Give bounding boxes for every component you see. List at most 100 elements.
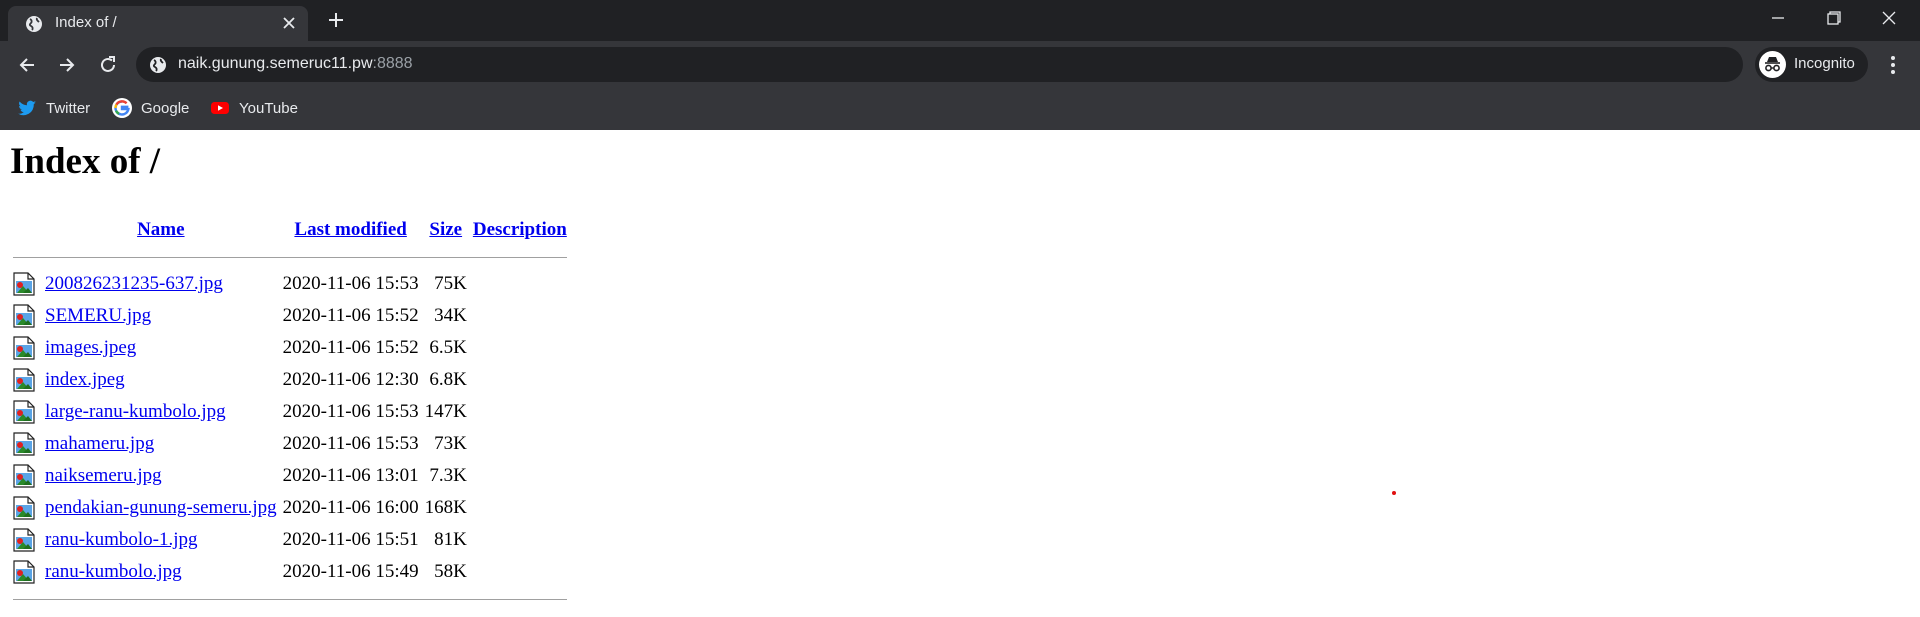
tab-active[interactable]: Index of /: [8, 6, 308, 41]
file-description-cell: [470, 492, 570, 524]
image-file-icon: [13, 400, 39, 424]
toolbar: naik.gunung.semeruc11.pw:8888 Incognito: [0, 41, 1920, 88]
incognito-label: Incognito: [1794, 55, 1855, 72]
table-row: pendakian-gunung-semeru.jpg 2020-11-06 16…: [10, 492, 570, 524]
youtube-icon: [211, 102, 229, 114]
sort-by-description-link[interactable]: Description: [473, 219, 567, 240]
file-link[interactable]: ranu-kumbolo.jpg: [45, 561, 182, 582]
file-description-cell: [470, 524, 570, 556]
directory-listing: Name Last modified Size Description 2008…: [10, 214, 570, 610]
page-title: Index of /: [10, 141, 161, 182]
reload-icon[interactable]: [97, 54, 119, 76]
file-name-cell: ranu-kumbolo-1.jpg: [42, 524, 280, 556]
sort-by-modified-link[interactable]: Last modified: [294, 219, 406, 240]
close-icon[interactable]: [281, 15, 297, 31]
file-modified-cell: 2020-11-06 15:53: [282, 401, 419, 422]
file-size-cell: 75K: [434, 273, 467, 294]
tab-strip: Index of /: [0, 0, 1920, 41]
file-modified-cell: 2020-11-06 12:30: [282, 369, 419, 390]
image-file-icon: [13, 464, 39, 488]
image-file-icon: [13, 560, 39, 584]
file-name-cell: mahameru.jpg: [42, 428, 280, 460]
file-description-cell: [470, 300, 570, 332]
file-modified-cell: 2020-11-06 15:51: [282, 529, 419, 550]
sort-by-name-link[interactable]: Name: [137, 219, 184, 240]
file-name-cell: ranu-kumbolo.jpg: [42, 556, 280, 588]
file-size-cell: 7.3K: [429, 465, 467, 486]
tab-title: Index of /: [55, 14, 117, 31]
file-icon-cell: [10, 460, 42, 492]
file-description-cell: [470, 460, 570, 492]
file-modified-cell: 2020-11-06 16:00: [282, 497, 419, 518]
file-name-cell: pendakian-gunung-semeru.jpg: [42, 492, 280, 524]
file-modified-cell: 2020-11-06 15:53: [282, 433, 419, 454]
file-link[interactable]: large-ranu-kumbolo.jpg: [45, 401, 226, 422]
file-description-cell: [470, 268, 570, 300]
bookmark-twitter[interactable]: Twitter: [17, 96, 90, 120]
file-name-cell: images.jpeg: [42, 332, 280, 364]
file-name-cell: naiksemeru.jpg: [42, 460, 280, 492]
sort-by-size-link[interactable]: Size: [429, 219, 462, 240]
table-row: 200826231235-637.jpg 2020-11-06 15:53 75K: [10, 268, 570, 300]
browser-chrome: Index of / naik.gunung.semeruc11.pw:8888…: [0, 0, 1920, 131]
divider: [13, 256, 567, 258]
file-link[interactable]: images.jpeg: [45, 337, 136, 358]
file-name-cell: SEMERU.jpg: [42, 300, 280, 332]
bookmark-google[interactable]: Google: [112, 96, 189, 120]
bookmark-label: Google: [141, 99, 190, 117]
incognito-badge[interactable]: Incognito: [1755, 47, 1868, 82]
file-list: 200826231235-637.jpg 2020-11-06 15:53 75K S…: [10, 268, 570, 588]
file-link[interactable]: naiksemeru.jpg: [45, 465, 162, 486]
bookmarks-bar: Twitter Google YouTube: [0, 88, 1920, 131]
globe-icon: [26, 16, 42, 32]
file-link[interactable]: 200826231235-637.jpg: [45, 273, 223, 294]
back-icon[interactable]: [16, 54, 38, 76]
window-close-icon[interactable]: [1880, 9, 1898, 27]
site-info-icon[interactable]: [149, 56, 167, 74]
file-icon-cell: [10, 492, 42, 524]
header-name: Name: [42, 214, 280, 246]
separator-row: [10, 588, 570, 610]
file-size-cell: 58K: [434, 561, 467, 582]
address-bar[interactable]: naik.gunung.semeruc11.pw:8888: [136, 47, 1743, 82]
divider: [13, 598, 567, 600]
table-row: SEMERU.jpg 2020-11-06 15:52 34K: [10, 300, 570, 332]
forward-icon[interactable]: [56, 54, 78, 76]
file-icon-cell: [10, 524, 42, 556]
file-modified-cell: 2020-11-06 15:53: [282, 273, 419, 294]
file-link[interactable]: index.jpeg: [45, 369, 125, 390]
more-menu-icon[interactable]: [1883, 53, 1903, 77]
file-link[interactable]: ranu-kumbolo-1.jpg: [45, 529, 198, 550]
table-row: index.jpeg 2020-11-06 12:30 6.8K: [10, 364, 570, 396]
header-last-modified: Last modified: [280, 214, 422, 246]
new-tab-icon[interactable]: [327, 11, 345, 29]
image-file-icon: [13, 496, 39, 520]
file-link[interactable]: pendakian-gunung-semeru.jpg: [45, 497, 277, 518]
file-link[interactable]: mahameru.jpg: [45, 433, 154, 454]
image-file-icon: [13, 336, 39, 360]
url-port: :8888: [372, 55, 413, 72]
url-text[interactable]: naik.gunung.semeruc11.pw:8888: [178, 55, 413, 73]
separator-row: [10, 246, 570, 268]
table-row: ranu-kumbolo-1.jpg 2020-11-06 15:51 81K: [10, 524, 570, 556]
table-row: images.jpeg 2020-11-06 15:52 6.5K: [10, 332, 570, 364]
table-header-row: Name Last modified Size Description: [10, 214, 570, 246]
bookmark-youtube[interactable]: YouTube: [210, 96, 298, 120]
image-file-icon: [13, 528, 39, 552]
file-size-cell: 81K: [434, 529, 467, 550]
file-size-cell: 6.8K: [429, 369, 467, 390]
file-modified-cell: 2020-11-06 15:49: [282, 561, 419, 582]
file-size-cell: 6.5K: [429, 337, 467, 358]
file-icon-cell: [10, 300, 42, 332]
header-size: Size: [422, 214, 470, 246]
table-row: ranu-kumbolo.jpg 2020-11-06 15:49 58K: [10, 556, 570, 588]
file-description-cell: [470, 396, 570, 428]
file-icon-cell: [10, 332, 42, 364]
file-link[interactable]: SEMERU.jpg: [45, 305, 151, 326]
file-modified-cell: 2020-11-06 15:52: [282, 337, 419, 358]
file-modified-cell: 2020-11-06 15:52: [282, 305, 419, 326]
file-icon-cell: [10, 428, 42, 460]
minimize-icon[interactable]: [1769, 9, 1787, 27]
restore-icon[interactable]: [1825, 9, 1843, 27]
file-size-cell: 34K: [434, 305, 467, 326]
